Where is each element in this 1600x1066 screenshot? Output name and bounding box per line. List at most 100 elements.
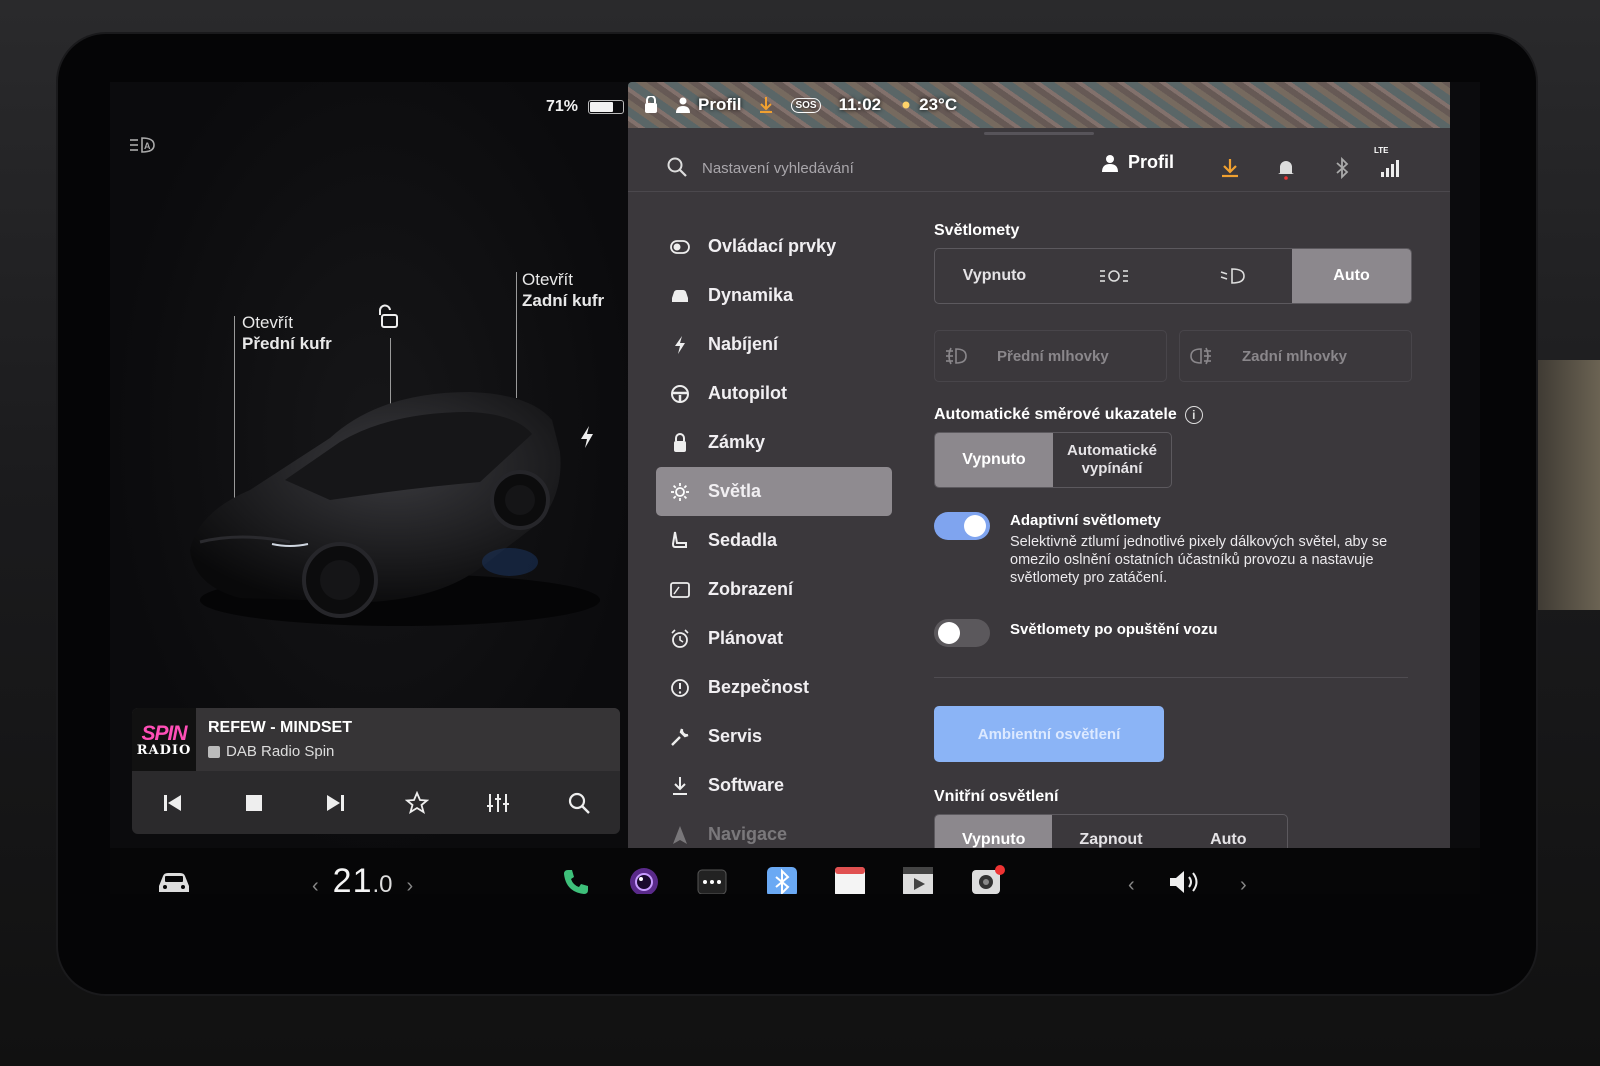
car-controls-button[interactable] (156, 870, 192, 894)
cabin-temp-decimal: .0 (372, 871, 393, 894)
menu-item-label: Ovládací prvky (708, 236, 837, 256)
auto-cancel-line1: Automatické (1066, 442, 1158, 459)
menu-item-alert-circle[interactable]: Bezpečnost (656, 663, 892, 712)
rear-trunk-button[interactable]: Otevřít Zadní kufr (522, 269, 604, 311)
panel-drag-handle[interactable] (984, 132, 1094, 135)
auto-headlights-icon[interactable]: A (128, 134, 158, 158)
menu-item-alarm-clock[interactable]: Plánovat (656, 614, 892, 663)
bluetooth-icon[interactable] (1330, 156, 1354, 180)
camera-app[interactable] (628, 866, 660, 894)
sos-badge[interactable]: SOS (791, 97, 821, 113)
media-search-button[interactable] (564, 788, 594, 818)
station-logo-word2: RADIO (136, 742, 192, 758)
settings-panel: Profil SOS 11:02 23°C Profil LTE Ovlád (628, 82, 1450, 848)
stop-button[interactable] (239, 788, 269, 818)
turn-signals-auto-cancel-option[interactable]: Automatické vypínání (1053, 433, 1171, 487)
menu-item-seat[interactable]: Sedadla (656, 516, 892, 565)
equalizer-button[interactable] (483, 788, 513, 818)
ambient-lighting-button[interactable]: Ambientní osvětlení (934, 706, 1164, 762)
menu-item-lock[interactable]: Zámky (656, 418, 892, 467)
vehicle-panel: A 71% Otevřít Přední kufr Otevřít Zadní … (110, 82, 640, 864)
cabin-temperature[interactable]: 21.0 (333, 862, 393, 894)
info-icon[interactable]: i (1184, 406, 1203, 424)
menu-item-display[interactable]: Zobrazení (656, 565, 892, 614)
cellular-signal-icon (1381, 160, 1399, 177)
volume-up-chevron-icon[interactable]: › (1240, 874, 1247, 894)
media-controls (132, 771, 620, 834)
menu-item-car[interactable]: Dynamika (656, 271, 892, 320)
front-trunk-button[interactable]: Otevřít Přední kufr (242, 312, 332, 354)
unlock-icon[interactable] (376, 304, 402, 330)
volume-button[interactable] (1168, 868, 1204, 894)
temp-down-chevron-icon[interactable]: ‹ (312, 875, 319, 894)
menu-item-label: Bezpečnost (708, 677, 810, 697)
navigation-icon (670, 825, 690, 845)
calendar-icon (835, 867, 865, 894)
star-icon (404, 790, 429, 814)
settings-search-input[interactable] (702, 154, 1002, 182)
interior-auto-option[interactable]: Auto (1170, 815, 1287, 848)
station-row: DAB Radio Spin (208, 743, 352, 760)
status-bar: Profil SOS 11:02 23°C (628, 82, 1450, 128)
parking-lights-option[interactable] (1054, 249, 1173, 303)
dashboard-trim (1530, 360, 1600, 610)
calendar-app[interactable] (834, 866, 866, 894)
rear-fog-button[interactable]: Zadní mlhovky (1179, 330, 1412, 382)
car-icon (159, 873, 189, 892)
favorite-button[interactable] (402, 788, 432, 818)
menu-item-label: Zobrazení (708, 579, 794, 599)
rear-trunk-action: Otevřít (522, 270, 574, 289)
adaptive-headlights-toggle[interactable] (934, 512, 990, 540)
alarm-clock-icon (670, 628, 690, 649)
interior-off-option[interactable]: Vypnuto (935, 815, 1053, 848)
now-playing[interactable]: SPIN RADIO REFEW - MINDSET DAB Radio Spi… (132, 708, 620, 771)
front-fog-button[interactable]: Přední mlhovky (934, 330, 1167, 382)
car-3d-model[interactable] (180, 372, 610, 632)
menu-item-toggle[interactable]: Ovládací prvky (656, 222, 892, 271)
theater-app[interactable] (902, 866, 934, 894)
bluetooth-app[interactable] (766, 866, 798, 894)
adaptive-headlights-row: Adaptivní světlomety Selektivně ztlumí j… (934, 512, 1412, 587)
exit-headlights-row: Světlomety po opuštění vozu (934, 619, 1412, 647)
rear-fog-icon (1190, 347, 1211, 365)
headlights-off-option[interactable]: Vypnuto (935, 249, 1054, 303)
person-icon (676, 97, 690, 113)
charge-port-icon[interactable] (578, 425, 596, 449)
menu-item-navigation[interactable]: Navigace (656, 810, 892, 848)
menu-item-label: Plánovat (708, 628, 784, 648)
menu-item-bolt[interactable]: Nabíjení (656, 320, 892, 369)
turn-signals-off-option[interactable]: Vypnuto (935, 433, 1053, 487)
low-beam-option[interactable] (1173, 249, 1292, 303)
temp-up-chevron-icon[interactable]: › (407, 875, 414, 894)
dashcam-app[interactable] (970, 864, 1006, 894)
software-update-icon[interactable] (1218, 156, 1242, 180)
status-profile[interactable]: Profil (676, 95, 741, 115)
turn-signals-title: Automatické směrové ukazatele (934, 406, 1177, 423)
headlights-after-exit-title: Světlomety po opuštění vozu (1010, 621, 1218, 638)
profile-button[interactable]: Profil (1102, 152, 1174, 173)
menu-item-label: Sedadla (708, 530, 778, 550)
battery-percent: 71% (546, 98, 579, 115)
adaptive-headlights-text: Adaptivní světlomety Selektivně ztlumí j… (1010, 512, 1410, 587)
headlights-after-exit-toggle[interactable] (934, 619, 990, 647)
low-beam-icon (1220, 268, 1245, 284)
bottom-dock: ‹ 21.0 › ‹ › (110, 848, 1480, 894)
menu-item-download[interactable]: Software (656, 761, 892, 810)
previous-track-button[interactable] (158, 788, 188, 818)
volume-down-chevron-icon[interactable]: ‹ (1128, 874, 1135, 894)
phone-app[interactable] (560, 866, 592, 894)
headlights-auto-option[interactable]: Auto (1292, 249, 1411, 303)
headlights-title: Světlomety (934, 222, 1020, 239)
toggle-knob (938, 622, 960, 644)
next-track-button[interactable] (320, 788, 350, 818)
notifications-bell-icon[interactable] (1274, 156, 1298, 180)
lights-settings: Světlomety Vypnuto Auto Přední mlhovky Z… (934, 222, 1412, 848)
menu-item-steering-wheel[interactable]: Autopilot (656, 369, 892, 418)
speaker-icon (1170, 871, 1198, 893)
menu-item-wrench[interactable]: Servis (656, 712, 892, 761)
interior-on-option[interactable]: Zapnout (1052, 815, 1169, 848)
more-apps-button[interactable] (696, 866, 728, 894)
menu-item-sun[interactable]: Světla (656, 467, 892, 516)
settings-top-row: Profil LTE (628, 144, 1450, 192)
menu-item-label: Dynamika (708, 285, 794, 305)
